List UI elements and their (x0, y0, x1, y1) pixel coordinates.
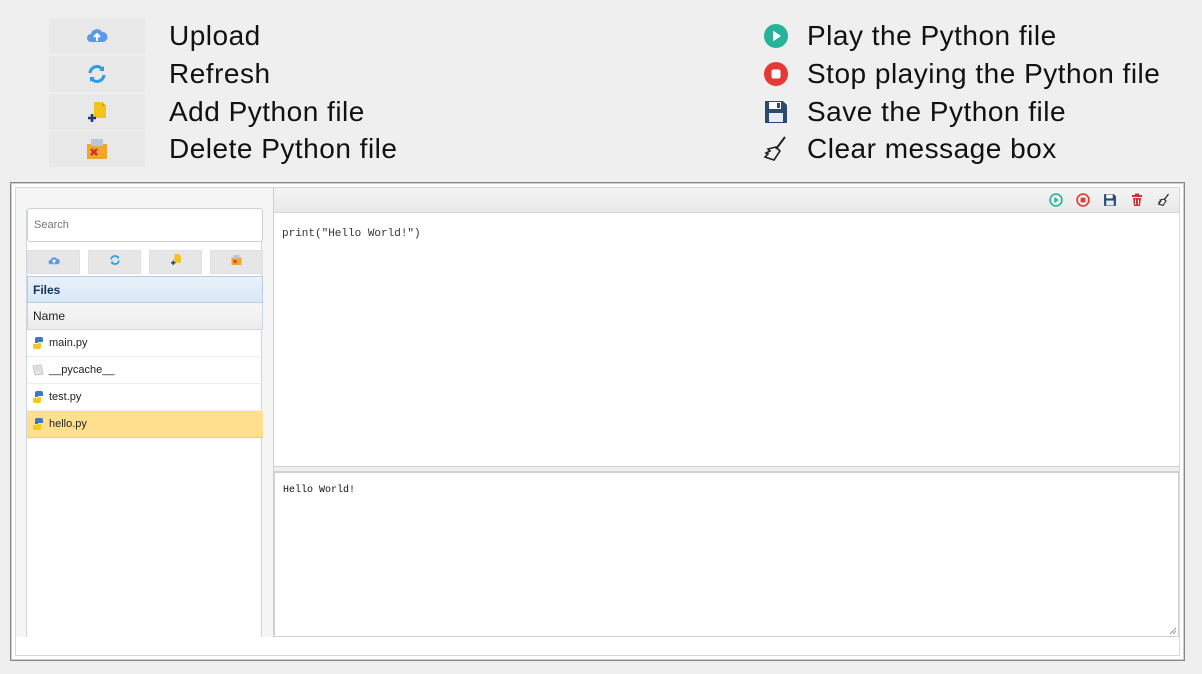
file-row-pycache[interactable]: __pycache__ (27, 357, 263, 384)
python-file-icon (31, 390, 45, 404)
legend-delete-file: Delete Python file (49, 131, 397, 167)
file-row-hello-py[interactable]: hello.py (27, 411, 263, 438)
save-icon (759, 94, 793, 130)
refresh-icon (109, 253, 121, 271)
python-file-icon (31, 336, 45, 350)
save-icon (1104, 194, 1116, 206)
legend-label: Stop playing the Python file (807, 58, 1161, 89)
file-list: main.py __pycache__ test.py hello.py (27, 330, 263, 438)
legend-label: Play the Python file (807, 20, 1057, 51)
legend-label: Refresh (169, 58, 271, 89)
play-icon (759, 18, 793, 54)
legend-stop: Stop playing the Python file (759, 56, 1160, 92)
file-name: hello.py (49, 418, 87, 430)
add-file-icon (170, 253, 182, 271)
resize-grip-icon[interactable] (1169, 627, 1177, 635)
legend-label: Delete Python file (169, 133, 398, 164)
column-header-name[interactable]: Name (27, 303, 263, 330)
folder-icon (31, 363, 45, 377)
app-body: Files Name main.py __pycache__ (15, 187, 1180, 656)
play-icon (1049, 193, 1063, 207)
add-file-icon (49, 94, 145, 130)
message-box[interactable]: Hello World! (274, 472, 1179, 637)
refresh-icon (49, 56, 145, 92)
file-name: __pycache__ (49, 364, 115, 376)
cloud-upload-icon (49, 18, 145, 54)
python-file-icon (31, 417, 45, 431)
stop-button[interactable] (1076, 193, 1090, 207)
legend-refresh: Refresh (49, 56, 271, 92)
legend-save: Save the Python file (759, 94, 1066, 130)
code-editor[interactable]: print("Hello World!") (274, 214, 1179, 467)
bottom-strip (274, 637, 1179, 655)
legend-add-file: Add Python file (49, 94, 365, 130)
upload-button[interactable] (27, 250, 80, 274)
file-name: test.py (49, 391, 82, 403)
refresh-button[interactable] (88, 250, 141, 274)
file-toolbar (27, 250, 263, 274)
file-name: main.py (49, 337, 88, 349)
stop-icon (1076, 193, 1090, 207)
legend-label: Save the Python file (807, 96, 1067, 127)
legend-upload: Upload (49, 18, 261, 54)
add-file-button[interactable] (149, 250, 202, 274)
clear-button[interactable] (1157, 193, 1171, 207)
file-row-test-py[interactable]: test.py (27, 384, 263, 411)
play-button[interactable] (1049, 193, 1063, 207)
delete-file-button[interactable] (210, 250, 263, 274)
legend-play: Play the Python file (759, 18, 1057, 54)
save-button[interactable] (1103, 193, 1117, 207)
broom-icon (759, 131, 793, 167)
stop-icon (759, 56, 793, 92)
broom-icon (1157, 193, 1169, 207)
files-panel-title: Files (27, 276, 263, 303)
delete-button[interactable] (1130, 193, 1144, 207)
app-window: Files Name main.py __pycache__ (10, 182, 1185, 661)
legend-label: Upload (169, 20, 261, 51)
legend-clear: Clear message box (759, 131, 1057, 167)
trash-icon (1132, 193, 1142, 206)
sidebar: Files Name main.py __pycache__ (16, 188, 274, 637)
delete-file-icon (230, 253, 243, 271)
legend-label: Clear message box (807, 133, 1057, 164)
search-input[interactable] (27, 208, 263, 242)
file-row-main-py[interactable]: main.py (27, 330, 263, 357)
delete-file-icon (49, 131, 145, 167)
legend-label: Add Python file (169, 96, 365, 127)
editor-toolbar (274, 188, 1179, 213)
cloud-upload-icon (48, 253, 60, 271)
main-area: print("Hello World!") Hello World! (274, 188, 1179, 655)
